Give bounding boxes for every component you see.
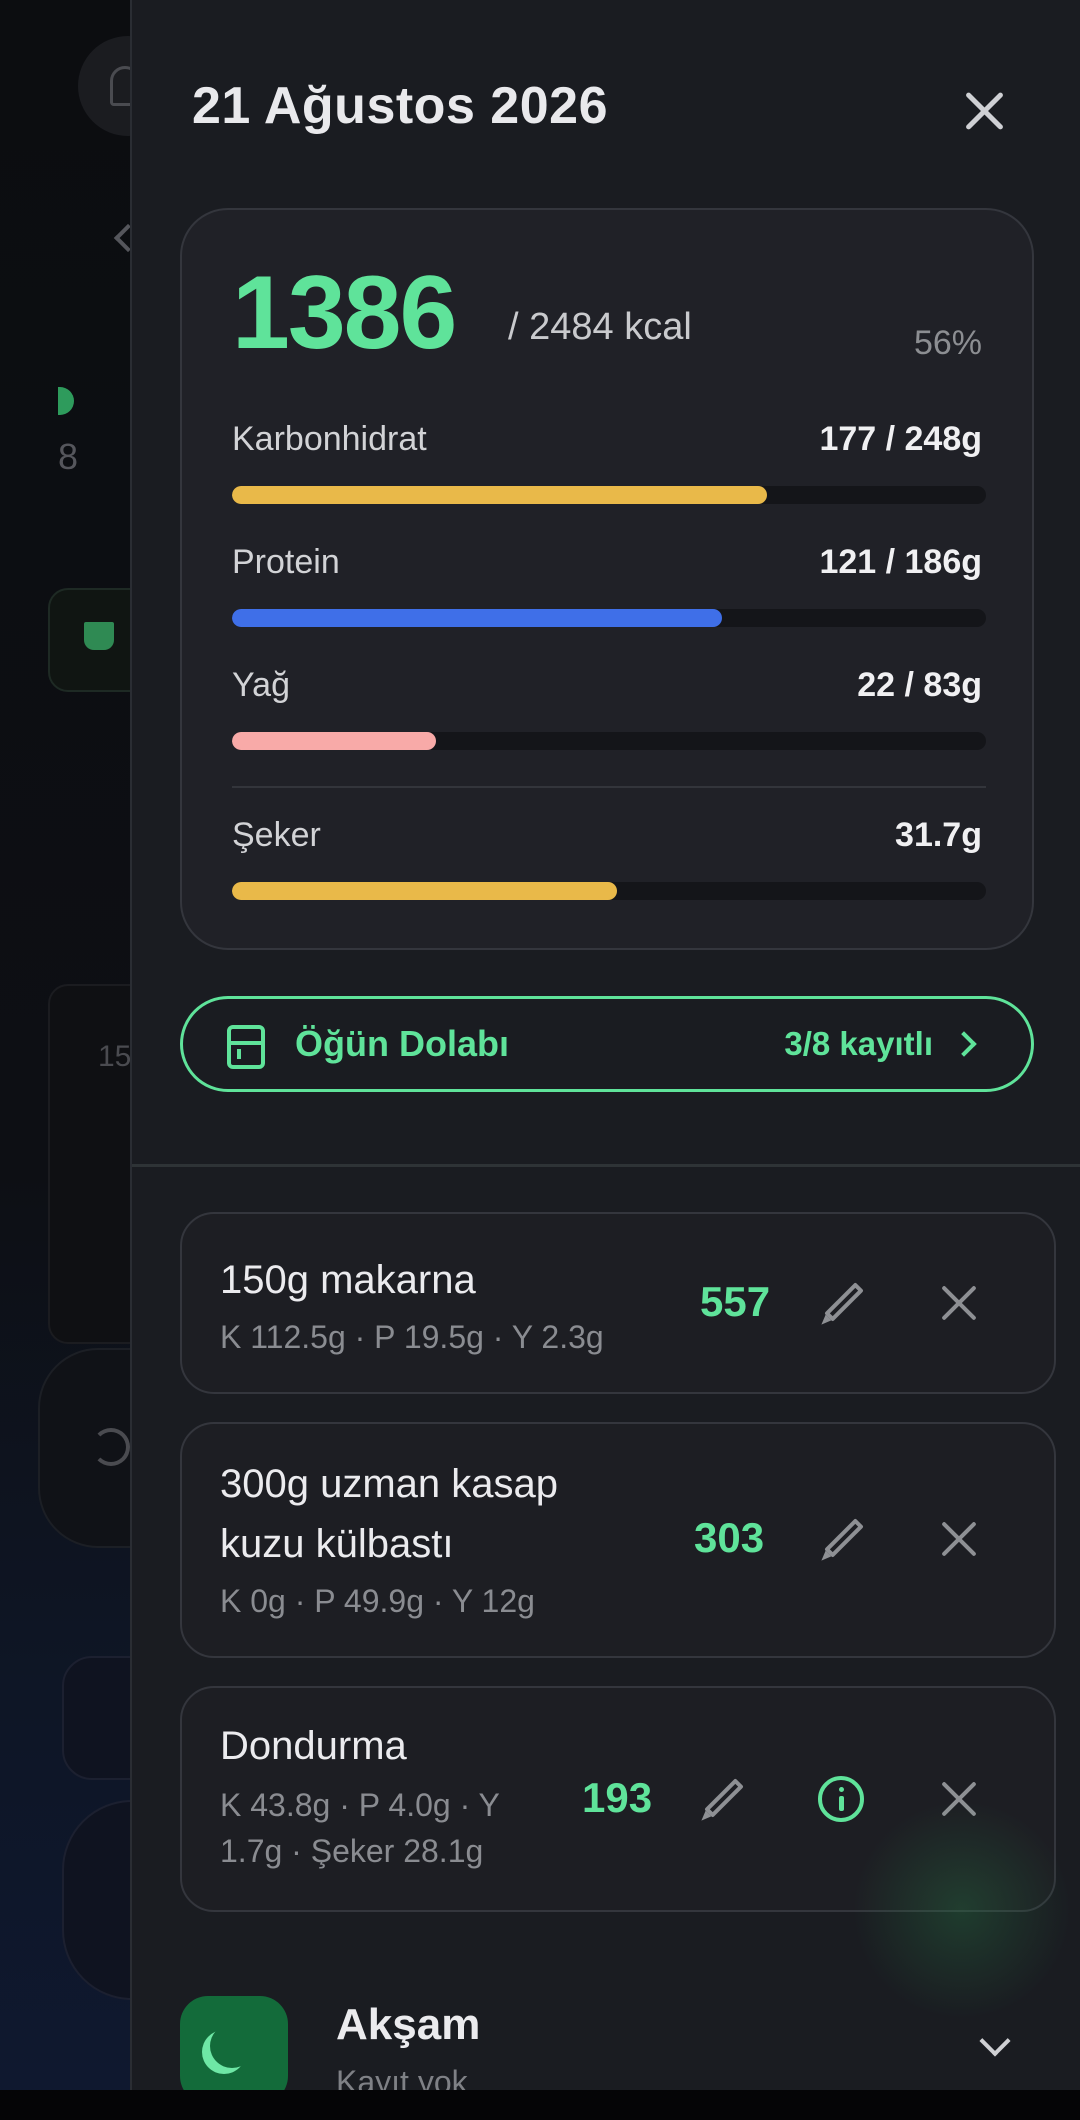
food-kcal: 557 [700, 1278, 771, 1325]
macro-fill-protein [232, 609, 723, 627]
food-macros-line-1: K 43.8g · P 4.0g · Y [220, 1787, 500, 1823]
food-macros-line-2: 1.7g · Şeker 28.1g [220, 1833, 484, 1869]
nutrition-summary-card: 1386 / 2484 kcal 56% Karbonhidrat 177 / … [180, 208, 1034, 950]
macro-fill-carbs [232, 486, 768, 504]
food-entry[interactable]: 300g uzman kasap kuzu külbastı K 0g · P … [180, 1422, 1056, 1658]
fridge-icon [227, 1025, 265, 1069]
kcal-consumed: 1386 [232, 255, 457, 371]
info-icon [818, 1776, 864, 1822]
pantry-count: 3/8 kayıtlı [784, 1025, 933, 1062]
food-macros: K 112.5g · P 19.5g · Y 2.3g [220, 1319, 604, 1355]
moon-icon [210, 2024, 254, 2068]
chevron-right-icon [951, 1031, 977, 1057]
macro-value-fat: 22 / 83g [857, 666, 982, 704]
edit-button[interactable] [814, 1510, 874, 1570]
coffee-icon [84, 622, 114, 650]
macro-label-fat: Yağ [232, 666, 290, 704]
delete-button[interactable] [930, 1510, 990, 1570]
background-app: 8 15 [0, 0, 238, 2120]
macro-value-sugar: 31.7g [895, 816, 982, 854]
day-detail-sheet: 21 Ağustos 2026 1386 / 2484 kcal 56% Kar… [130, 0, 1080, 2090]
info-button[interactable] [812, 1770, 872, 1830]
macro-value-carbs: 177 / 248g [819, 420, 982, 458]
pencil-icon [824, 1282, 864, 1322]
background-glow [852, 1800, 1072, 2020]
food-kcal: 193 [582, 1774, 653, 1821]
food-name-line-2: kuzu külbastı [220, 1522, 454, 1566]
meal-section-icon[interactable] [180, 1996, 288, 2090]
meal-title: Akşam [336, 2000, 481, 2049]
edit-button[interactable] [814, 1274, 874, 1334]
kcal-percent: 56% [913, 324, 982, 362]
macro-fill-fat [232, 732, 436, 750]
macro-label-protein: Protein [232, 543, 340, 581]
food-name-line-1: 300g uzman kasap [220, 1462, 559, 1506]
pantry-label: Öğün Dolabı [295, 1023, 509, 1064]
background-number: 8 [58, 436, 79, 477]
kcal-goal: / 2484 kcal [508, 306, 692, 348]
close-button[interactable] [954, 82, 1014, 142]
history-icon [92, 1428, 130, 1466]
divider [232, 786, 986, 788]
food-kcal: 303 [694, 1514, 765, 1561]
section-divider [132, 1164, 1080, 1167]
food-macros: K 0g · P 49.9g · Y 12g [220, 1583, 535, 1619]
macro-bar-fat [232, 732, 986, 750]
macro-label-carbs: Karbonhidrat [232, 420, 427, 458]
macro-bar-protein [232, 609, 986, 627]
progress-ring-icon [58, 387, 74, 415]
macro-value-protein: 121 / 186g [819, 543, 982, 581]
macro-bar-carbs [232, 486, 986, 504]
edit-button[interactable] [694, 1770, 754, 1830]
food-name: Dondurma [220, 1724, 407, 1768]
background-text: 15 [98, 1040, 132, 1073]
meal-subtitle: Kayıt yok [336, 2064, 468, 2090]
pencil-icon [704, 1778, 744, 1818]
system-nav-bar [0, 2090, 1080, 2120]
delete-button[interactable] [930, 1274, 990, 1334]
sheet-title: 21 Ağustos 2026 [192, 77, 608, 135]
food-name: 150g makarna [220, 1258, 476, 1302]
macro-fill-sugar [232, 882, 617, 900]
meal-pantry-button[interactable]: Öğün Dolabı 3/8 kayıtlı [180, 996, 1034, 1092]
pencil-icon [824, 1518, 864, 1558]
chevron-down-icon[interactable] [979, 2025, 1011, 2057]
food-entry[interactable]: 150g makarna K 112.5g · P 19.5g · Y 2.3g… [180, 1212, 1056, 1394]
macro-bar-sugar [232, 882, 986, 900]
macro-label-sugar: Şeker [232, 816, 321, 854]
